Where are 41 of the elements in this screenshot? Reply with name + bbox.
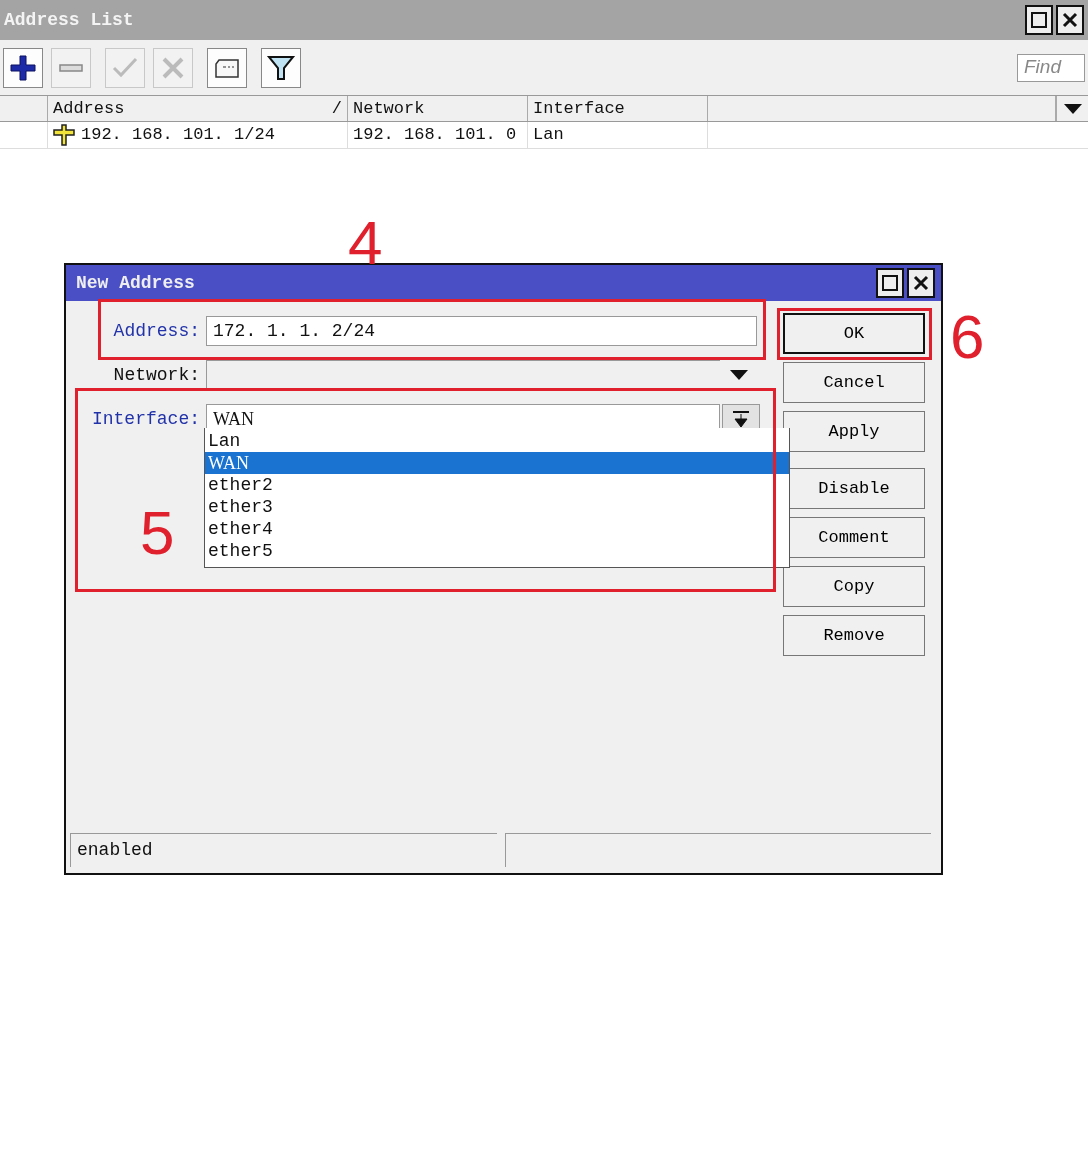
annotation-number: 6	[950, 306, 985, 368]
field-label: Network:	[112, 363, 201, 387]
maximize-icon	[881, 274, 899, 292]
maximize-button[interactable]	[876, 268, 904, 298]
caret-icon	[730, 369, 748, 381]
dialog-button[interactable]: Remove	[783, 615, 925, 656]
maximize-icon	[1030, 11, 1048, 29]
sort-mark: /	[331, 97, 342, 120]
column-header[interactable]: Address	[53, 95, 125, 122]
window-title: Address List	[4, 8, 135, 32]
find-field[interactable]: Find	[1017, 53, 1085, 82]
annotation-number: 4	[348, 212, 383, 274]
column-header[interactable]: Interface	[533, 95, 625, 122]
dialog-title: New Address	[76, 271, 196, 295]
close-icon	[913, 275, 929, 291]
status-text: enabled	[70, 833, 497, 867]
address-icon	[53, 124, 75, 146]
field-label: Address:	[112, 319, 201, 343]
dropdown-icon	[732, 410, 750, 428]
plus-button[interactable]	[3, 47, 43, 88]
close-button[interactable]	[907, 268, 935, 298]
field-label: Interface:	[90, 407, 201, 431]
close-icon	[1062, 12, 1078, 28]
network-field[interactable]	[206, 360, 720, 390]
dialog-button[interactable]: OK	[783, 313, 925, 354]
address-field[interactable]: 172. 1. 1. 2/24	[206, 316, 757, 346]
close-button[interactable]	[1056, 5, 1084, 35]
filter-button[interactable]	[261, 47, 301, 88]
dropdown-option[interactable]: WAN	[205, 452, 789, 474]
table-cell-text: 192. 168. 101. 0	[353, 124, 517, 147]
note-button[interactable]	[207, 47, 247, 88]
annotation-number: 5	[140, 502, 175, 564]
dialog-button[interactable]: Apply	[783, 411, 925, 452]
dialog-button[interactable]: Cancel	[783, 362, 925, 403]
dialog-button[interactable]: Copy	[783, 566, 925, 607]
table-cell-text: Lan	[533, 124, 564, 147]
column-header[interactable]: Network	[353, 95, 425, 122]
table-cell-text: 192. 168. 101. 1/24	[81, 124, 275, 147]
minus-icon	[59, 63, 83, 72]
maximize-button[interactable]	[1025, 5, 1053, 35]
caret-icon	[1063, 102, 1082, 115]
